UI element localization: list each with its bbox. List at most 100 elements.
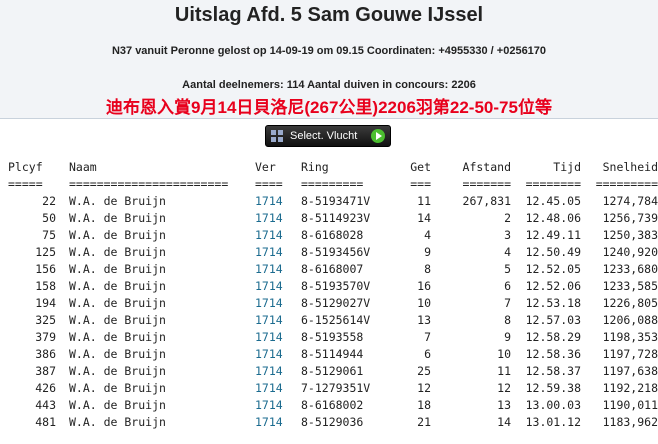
name-cell: W.A. de Bruijn: [69, 363, 166, 378]
speed-cell: 1240,920: [602, 244, 658, 259]
column-underline: =========: [595, 176, 658, 191]
name-cell: W.A. de Bruijn: [69, 244, 166, 259]
get-cell: 13: [417, 312, 431, 327]
ring-cell: 8-5193558: [301, 329, 364, 344]
speed-cell: 1233,585: [602, 278, 658, 293]
get-cell: 10: [417, 295, 431, 310]
ring-cell: 8-5114944: [301, 346, 364, 361]
time-cell: 12.48.06: [525, 210, 581, 225]
get-cell: 9: [424, 244, 431, 259]
ver-cell: 1714: [255, 278, 283, 293]
page-title: Uitslag Afd. 5 Sam Gouwe IJssel: [174, 4, 484, 26]
results-table: Plcyf Naam Ver Ring Get Afstand Tijd Sne…: [0, 158, 658, 430]
get-cell: 21: [417, 414, 431, 429]
table-row: 443 W.A. de Bruijn 1714 8-6168002 18 13 13.00.…: [0, 396, 658, 413]
grid-icon: [271, 130, 283, 142]
speed-cell: 1233,680: [602, 261, 658, 276]
name-cell: W.A. de Bruijn: [69, 278, 166, 293]
distance-cell: 2: [504, 210, 511, 225]
name-cell: W.A. de Bruijn: [69, 414, 166, 429]
column-underline: =========: [301, 176, 364, 191]
time-cell: 13.00.03: [525, 397, 581, 412]
time-cell: 12.59.38: [525, 380, 581, 395]
speed-cell: 1197,728: [602, 346, 658, 361]
get-cell: 6: [424, 346, 431, 361]
distance-cell: 12: [497, 380, 511, 395]
green-arrow-icon: [371, 129, 385, 143]
table-row: 325 W.A. de Bruijn 1714 6-1525614V 13 8 12.57.…: [0, 311, 658, 328]
table-row: 426 W.A. de Bruijn 1714 7-1279351V 12 12 12.59…: [0, 379, 658, 396]
place-cell: 125: [35, 244, 56, 259]
place-cell: 194: [35, 295, 56, 310]
name-cell: W.A. de Bruijn: [69, 346, 166, 361]
time-cell: 12.53.18: [525, 295, 581, 310]
get-cell: 12: [417, 380, 431, 395]
ver-cell: 1714: [255, 397, 283, 412]
time-cell: 12.45.05: [525, 193, 581, 208]
distance-cell: 11: [497, 363, 511, 378]
table-row: 75 W.A. de Bruijn 1714 8-6168028 4 3 12.49.11 1…: [0, 226, 658, 243]
distance-cell: 9: [504, 329, 511, 344]
speed-cell: 1198,353: [602, 329, 658, 344]
speed-cell: 1192,218: [602, 380, 658, 395]
ring-cell: 8-6168002: [301, 397, 364, 412]
column-header: Plcyf: [8, 159, 43, 174]
ver-cell: 1714: [255, 193, 283, 208]
ver-cell: 1714: [255, 261, 283, 276]
distance-cell: 13: [497, 397, 511, 412]
select-flight-button[interactable]: Select. Vlucht: [265, 125, 391, 147]
place-cell: 481: [35, 414, 56, 429]
table-underline-row: ===== ======================= ==== =====…: [0, 175, 658, 192]
column-underline: =======: [462, 176, 511, 191]
ring-cell: 7-1279351V: [301, 380, 371, 395]
ver-cell: 1714: [255, 380, 283, 395]
ver-cell: 1714: [255, 414, 283, 429]
name-cell: W.A. de Bruijn: [69, 210, 166, 225]
get-cell: 16: [417, 278, 431, 293]
place-cell: 158: [35, 278, 56, 293]
ver-cell: 1714: [255, 312, 283, 327]
distance-cell: 8: [504, 312, 511, 327]
place-cell: 386: [35, 346, 56, 361]
name-cell: W.A. de Bruijn: [69, 227, 166, 242]
place-cell: 156: [35, 261, 56, 276]
place-cell: 50: [42, 210, 56, 225]
header-panel: Uitslag Afd. 5 Sam Gouwe IJssel N37 vanu…: [0, 0, 658, 118]
place-cell: 325: [35, 312, 56, 327]
table-row: 158 W.A. de Bruijn 1714 8-5193570V 16 6 12.52.…: [0, 277, 658, 294]
place-cell: 387: [35, 363, 56, 378]
column-underline: ========: [525, 176, 581, 191]
table-row: 156 W.A. de Bruijn 1714 8-6168007 8 5 12.52.05…: [0, 260, 658, 277]
get-cell: 8: [424, 261, 431, 276]
get-cell: 11: [417, 193, 431, 208]
distance-cell: 14: [497, 414, 511, 429]
ring-cell: 8-6168007: [301, 261, 364, 276]
column-header: Ver: [255, 159, 276, 174]
get-cell: 4: [424, 227, 431, 242]
time-cell: 12.58.29: [525, 329, 581, 344]
ring-cell: 8-5193456V: [301, 244, 371, 259]
column-underline: ===: [410, 176, 431, 191]
speed-cell: 1274,784: [602, 193, 658, 208]
speed-cell: 1206,088: [602, 312, 658, 327]
get-cell: 14: [417, 210, 431, 225]
distance-cell: 267,831: [462, 193, 511, 208]
name-cell: W.A. de Bruijn: [69, 261, 166, 276]
header-divider: [0, 118, 658, 119]
table-row: 379 W.A. de Bruijn 1714 8-5193558 7 9 12.58.29…: [0, 328, 658, 345]
distance-cell: 3: [504, 227, 511, 242]
speed-cell: 1183,962: [602, 414, 658, 429]
ring-cell: 8-5129027V: [301, 295, 371, 310]
distance-cell: 10: [497, 346, 511, 361]
speed-cell: 1190,011: [602, 397, 658, 412]
column-underline: =======================: [69, 176, 229, 191]
name-cell: W.A. de Bruijn: [69, 329, 166, 344]
distance-cell: 7: [504, 295, 511, 310]
table-header-row: Plcyf Naam Ver Ring Get Afstand Tijd Sne…: [0, 158, 658, 175]
column-header: Ring: [301, 159, 329, 174]
place-cell: 22: [42, 193, 56, 208]
speed-cell: 1250,383: [602, 227, 658, 242]
table-row: 194 W.A. de Bruijn 1714 8-5129027V 10 7 12.53.…: [0, 294, 658, 311]
speed-cell: 1197,638: [602, 363, 658, 378]
ver-cell: 1714: [255, 295, 283, 310]
